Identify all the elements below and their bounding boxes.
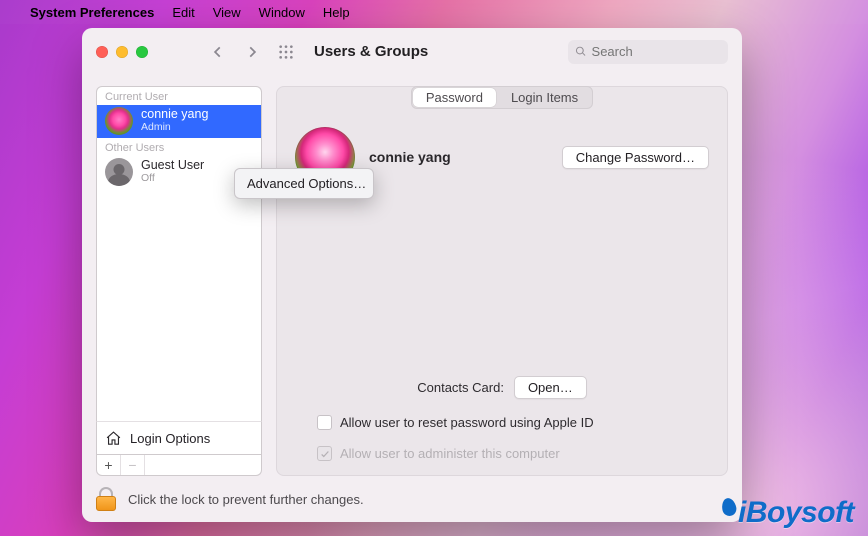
user-role: Off [141,173,204,185]
menu-window[interactable]: Window [259,5,305,20]
menubar: System Preferences Edit View Window Help [0,0,868,24]
menu-help[interactable]: Help [323,5,350,20]
close-icon[interactable] [96,46,108,58]
login-options-label: Login Options [130,431,210,446]
search-input[interactable] [592,44,721,59]
watermark-text: iBoysoft [738,496,854,530]
watermark: iBoysoft [722,496,854,530]
search-icon [575,45,587,58]
checkbox-allow-reset-label: Allow user to reset password using Apple… [340,415,594,430]
titlebar: Users & Groups [82,28,742,76]
checkbox-allow-admin-label: Allow user to administer this computer [340,446,560,461]
menu-edit[interactable]: Edit [172,5,194,20]
profile-name: connie yang [369,149,451,165]
change-password-button[interactable]: Change Password… [562,146,709,169]
menu-item-advanced-options[interactable]: Advanced Options… [239,173,369,194]
section-other-users: Other Users [97,138,261,156]
lock-icon[interactable] [96,487,116,511]
tab-login-items[interactable]: Login Items [497,87,592,108]
menu-view[interactable]: View [213,5,241,20]
zoom-icon[interactable] [136,46,148,58]
remove-user-button[interactable]: − [121,455,145,475]
avatar-icon [105,107,133,135]
user-list: Current User connie yang Admin Other Use… [96,86,262,421]
contacts-open-button[interactable]: Open… [514,376,587,399]
user-role: Admin [141,122,208,134]
login-options-button[interactable]: Login Options [96,421,262,455]
checkbox-allow-reset[interactable] [317,415,332,430]
main-panel: Password Login Items connie yang Change … [276,86,728,476]
window-controls [96,46,148,58]
add-user-button[interactable]: + [97,455,121,475]
window-title: Users & Groups [314,43,428,60]
minimize-icon[interactable] [116,46,128,58]
user-name: Guest User [141,159,204,173]
lock-hint-text: Click the lock to prevent further change… [128,492,364,507]
back-button[interactable] [206,40,230,64]
show-all-button[interactable] [274,40,298,64]
avatar-icon [105,158,133,186]
contacts-card-label: Contacts Card: [417,380,504,395]
droplet-icon [720,497,737,518]
add-remove-bar: + − [96,455,262,476]
sidebar: Current User connie yang Admin Other Use… [96,86,262,476]
footer: Click the lock to prevent further change… [82,476,742,522]
checkbox-allow-admin [317,446,332,461]
forward-button[interactable] [240,40,264,64]
context-menu: Advanced Options… [234,168,374,199]
tab-bar: Password Login Items [411,86,593,109]
tab-password[interactable]: Password [413,88,496,107]
preferences-window: Users & Groups Current User connie yang … [82,28,742,522]
search-field[interactable] [568,40,728,64]
user-row-current[interactable]: connie yang Admin [97,105,261,138]
house-icon [105,430,122,447]
app-menu[interactable]: System Preferences [30,5,154,20]
user-name: connie yang [141,108,208,122]
section-current-user: Current User [97,87,261,105]
